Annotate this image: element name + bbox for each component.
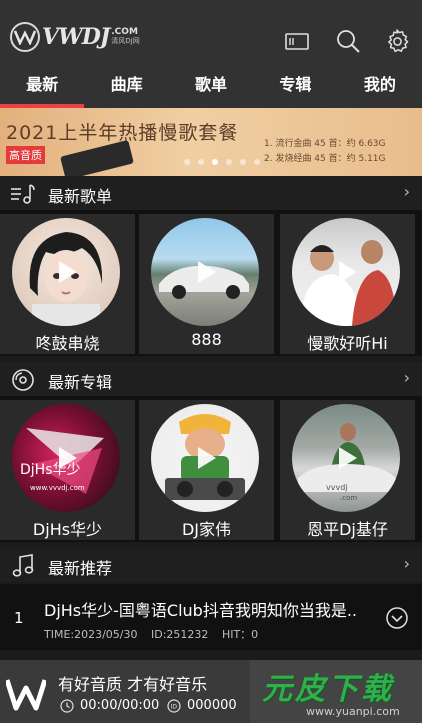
play-icon[interactable] <box>198 261 216 283</box>
playlist-cover <box>12 218 120 326</box>
banner-quality-badge: 高音质 <box>6 146 45 164</box>
clock-icon <box>60 699 74 713</box>
playlist-label: 慢歌好听Hi <box>307 334 388 353</box>
play-icon[interactable] <box>339 261 357 283</box>
playlist-card[interactable]: 咚鼓串烧 <box>0 214 135 354</box>
main-tabs: 最新 曲库 歌单 专辑 我的 <box>0 66 422 108</box>
album-card[interactable]: DJ家伟 <box>139 400 274 540</box>
svg-text:ID: ID <box>171 704 178 711</box>
gear-icon[interactable] <box>384 28 410 54</box>
app-logo[interactable]: VWDJ .COM 清风DJ网 <box>10 22 140 52</box>
play-icon[interactable] <box>198 447 216 469</box>
pager-dot[interactable] <box>226 159 232 165</box>
pager-dot[interactable] <box>240 159 246 165</box>
section-header-playlists[interactable]: 最新歌单 › <box>0 176 422 210</box>
section-title: 最新歌单 <box>48 187 113 206</box>
banner-line-1: 1. 流行金曲 45 首：约 6.63G <box>264 139 386 149</box>
player-track-id: 000000 <box>187 698 237 713</box>
pager-dot[interactable] <box>254 159 260 165</box>
banner-pager <box>184 159 260 165</box>
play-icon[interactable] <box>59 447 77 469</box>
track-meta: TIME:2023/05/30 ID:251232 HIT：0 <box>44 626 268 642</box>
chevron-down-circle-icon[interactable] <box>386 607 408 629</box>
chevron-right-icon[interactable]: › <box>404 182 410 201</box>
tab-latest[interactable]: 最新 <box>0 66 85 108</box>
id-icon: ID <box>167 699 181 713</box>
watermark-url: www.yuanpi.com <box>306 705 400 718</box>
playlist-label: 咚鼓串烧 <box>35 334 100 353</box>
album-label: 恩平Dj基仔 <box>307 520 388 539</box>
search-icon[interactable] <box>335 28 361 54</box>
album-card[interactable]: vvvdj .com 恩平Dj基仔 <box>280 400 415 540</box>
album-label: DjHs华少 <box>32 520 103 539</box>
banner-line-2: 2. 发烧经曲 45 首：约 5.11G <box>264 154 386 164</box>
tab-playlists[interactable]: 歌单 <box>169 66 253 108</box>
list-item[interactable]: 1 DjHs华少-国粤语Club抖音我明知你当我是.. TIME:2023/05… <box>0 584 422 650</box>
playlist-card[interactable]: 慢歌好听Hi <box>280 214 415 354</box>
album-cover-text: vvvdj <box>326 483 348 492</box>
tab-mine[interactable]: 我的 <box>338 66 422 108</box>
promo-banner[interactable]: 2021上半年热播慢歌套餐 高音质 1. 流行金曲 45 首：约 6.63G 2… <box>0 108 422 176</box>
tab-albums[interactable]: 专辑 <box>253 66 337 108</box>
album-cover <box>151 404 259 512</box>
player-slogan: 有好音质 才有好音乐 <box>58 675 208 694</box>
album-card[interactable]: DjHs华少 www.vvvdj.com DjHs华少 <box>0 400 135 540</box>
play-icon[interactable] <box>339 447 357 469</box>
top-bar: VWDJ .COM 清风DJ网 <box>0 0 422 66</box>
logo-mark-icon <box>10 22 40 52</box>
watermark: 元皮下载 www.yuanpi.com <box>250 660 422 723</box>
tab-library[interactable]: 曲库 <box>84 66 168 108</box>
logo-subtext: .COM 清风DJ网 <box>111 28 139 46</box>
album-cover-url: .com <box>340 494 357 502</box>
playlist-icon <box>11 184 35 204</box>
track-id: ID:251232 <box>151 628 209 641</box>
album-cover-url: www.vvvdj.com <box>30 484 85 492</box>
section-title: 最新推荐 <box>48 559 113 578</box>
playlist-cover <box>151 218 259 326</box>
app-logo-icon <box>6 679 46 711</box>
playlist-card[interactable]: 888 <box>139 214 274 354</box>
track-title: DjHs华少-国粤语Club抖音我明知你当我是.. <box>44 601 357 620</box>
sd-card-image <box>60 139 134 176</box>
chevron-right-icon[interactable]: › <box>404 368 410 387</box>
disc-icon <box>12 369 34 391</box>
watermark-text: 元皮下载 <box>262 672 394 707</box>
track-number: 1 <box>14 609 24 627</box>
album-row: DjHs华少 www.vvvdj.com DjHs华少 DJ家伟 vvvdj .… <box>0 396 422 542</box>
pager-dot[interactable] <box>184 159 190 165</box>
play-icon[interactable] <box>59 261 77 283</box>
album-cover: vvvdj .com <box>292 404 400 512</box>
section-header-albums[interactable]: 最新专辑 › <box>0 362 422 396</box>
playlist-row: 咚鼓串烧 888 慢歌好听Hi <box>0 210 422 356</box>
music-note-icon <box>12 554 34 577</box>
pager-dot[interactable] <box>198 159 204 165</box>
track-hits: HIT：0 <box>221 628 259 641</box>
logo-site-name: 清风DJ网 <box>111 37 140 45</box>
section-title: 最新专辑 <box>48 373 113 392</box>
album-cover: DjHs华少 www.vvvdj.com <box>12 404 120 512</box>
player-time: 00:00/00:00 <box>80 698 160 713</box>
playlist-cover <box>292 218 400 326</box>
track-time: TIME:2023/05/30 <box>44 628 138 641</box>
playlist-label: 888 <box>191 330 222 349</box>
chevron-right-icon[interactable]: › <box>404 554 410 573</box>
pager-dot-active[interactable] <box>212 159 218 165</box>
sd-card-icon[interactable] <box>284 28 310 54</box>
logo-domain: .COM <box>111 27 138 37</box>
album-label: DJ家伟 <box>181 520 232 539</box>
logo-text: VWDJ <box>42 24 110 50</box>
section-header-recommend[interactable]: 最新推荐 › <box>0 548 422 582</box>
